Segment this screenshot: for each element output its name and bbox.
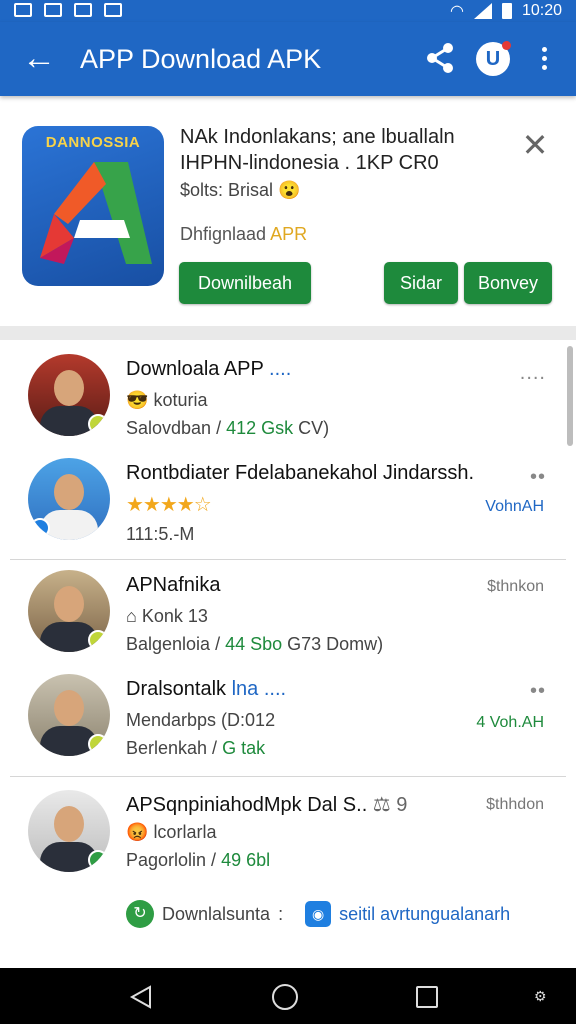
list-item[interactable]: APSqnpiniahodMpk Dal S.. ⚖ 9 😡 lcorlarla… (10, 784, 566, 892)
item-meta: Berlenkah / G tak (126, 738, 266, 758)
list-footer: ↻ Downlalsunta : ◉ seitil avrtungualanar… (126, 900, 510, 928)
app-subtitle: $olts: Brisal 😮 (180, 180, 301, 200)
item-title: Dralsontalk lna .... (126, 678, 287, 700)
gallery-icon (14, 3, 32, 17)
accessibility-icon[interactable]: ⚙ (534, 988, 560, 1014)
notification-badge-icon[interactable]: U (476, 41, 511, 76)
download-label: Dhfignlaad APR (180, 224, 308, 244)
item-title: APNafnika (126, 574, 221, 596)
list-item[interactable]: Rontbdiater Fdelabanekahol Jindarssh. ★★… (10, 448, 566, 556)
list-item[interactable]: APNafnika ⌂ Konk 13 Balgenloia / 44 Sbo … (10, 566, 566, 674)
app-bar: ← APP Download APK U (0, 22, 576, 96)
system-nav-bar: ⚙ (0, 968, 576, 1024)
tertiary-button[interactable]: Bonvey (464, 262, 552, 304)
app-title: NAk Indonlakans; ane lbuallaln IHPHN-lin… (180, 126, 455, 174)
item-subtitle: 😡 lcorlarla (126, 822, 217, 842)
surprised-emoji-icon: 😮 (278, 180, 301, 200)
item-meta: Pagorlolin / 49 6bl (126, 850, 271, 870)
home-icon: ⌂ (126, 606, 137, 626)
signal-icon (473, 3, 492, 19)
item-subtitle: ⌂ Konk 13 (126, 606, 208, 626)
phone-icon (74, 3, 92, 17)
divider (10, 776, 566, 777)
nav-recents-icon[interactable] (416, 986, 438, 1008)
nav-back-icon[interactable] (128, 984, 154, 1010)
item-more-icon[interactable]: •• (530, 680, 546, 703)
item-status: $thnkon (487, 578, 544, 595)
back-arrow-icon[interactable]: ← (22, 38, 56, 78)
avatar (28, 570, 110, 652)
item-subtitle: 😎 koturia (126, 390, 208, 410)
close-icon[interactable]: ✕ (520, 129, 550, 161)
clock: 10:20 (521, 2, 562, 19)
camera-icon[interactable]: ◉ (305, 901, 332, 927)
avatar (28, 458, 110, 540)
angry-emoji-icon: 😡 (126, 822, 149, 842)
item-meta: Salovdban / 412 Gsk CV) (126, 418, 330, 438)
item-subtitle: Mendarbps (D:012 (126, 710, 276, 730)
page-title: APP Download APK (80, 44, 322, 74)
footer-link[interactable]: seitil avrtungualanarh (339, 904, 510, 925)
divider (10, 559, 566, 560)
item-title: APSqnpiniahodMpk Dal S.. ⚖ 9 (126, 794, 408, 816)
scrollbar[interactable] (567, 346, 573, 446)
download-button[interactable]: Downilbeah (179, 262, 311, 304)
footer-label: Downlalsunta (162, 903, 271, 924)
share-icon[interactable] (424, 40, 456, 76)
status-bar: ◠ 10:20 (0, 0, 576, 22)
item-more-icon[interactable]: .... (520, 362, 546, 385)
item-action[interactable]: 4 Voh.AH (476, 714, 544, 732)
item-rating: ★★★★☆ (126, 492, 212, 517)
cool-emoji-icon: 😎 (126, 390, 149, 410)
rating-stars-icon: ★★★★☆ (126, 494, 212, 516)
featured-app-card: DANNOSSIA NAk Indonlakans; ane lbuallaln… (0, 104, 576, 324)
item-action[interactable]: VohnAH (485, 498, 544, 516)
nav-home-icon[interactable] (272, 984, 298, 1010)
image-icon (104, 3, 122, 17)
app-list: Downloala APP .... 😎 koturia Salovdban /… (10, 340, 566, 965)
item-more-icon[interactable]: •• (530, 466, 546, 489)
avatar (28, 354, 110, 436)
more-options-icon[interactable] (534, 44, 554, 76)
avatar (28, 790, 110, 872)
list-item[interactable]: Downloala APP .... 😎 koturia Salovdban /… (10, 340, 566, 448)
avatar (28, 674, 110, 756)
app-logo-text: DANNOSSIA (45, 134, 141, 151)
item-title: Downloala APP .... (126, 358, 292, 380)
item-title: Rontbdiater Fdelabanekahol Jindarssh. (126, 462, 474, 484)
battery-icon (501, 3, 512, 19)
refresh-icon[interactable]: ↻ (126, 900, 154, 928)
message-icon (44, 3, 62, 17)
list-item[interactable]: Dralsontalk lna .... Mendarbps (D:012 Be… (10, 674, 566, 782)
secondary-button[interactable]: Sidar (384, 262, 458, 304)
item-status: $thhdon (486, 796, 544, 813)
wifi-icon: ◠ (449, 3, 464, 20)
app-logo: DANNOSSIA (22, 126, 164, 286)
logo-a-icon (40, 162, 152, 264)
section-separator (0, 326, 576, 340)
footer-separator: : (278, 903, 284, 924)
system-icons: ◠ 10:20 (450, 1, 562, 21)
item-meta: 111:5.-M (126, 524, 195, 544)
item-meta: Balgenloia / 44 Sbo G73 Domw) (126, 634, 384, 654)
notification-icons (14, 3, 122, 17)
